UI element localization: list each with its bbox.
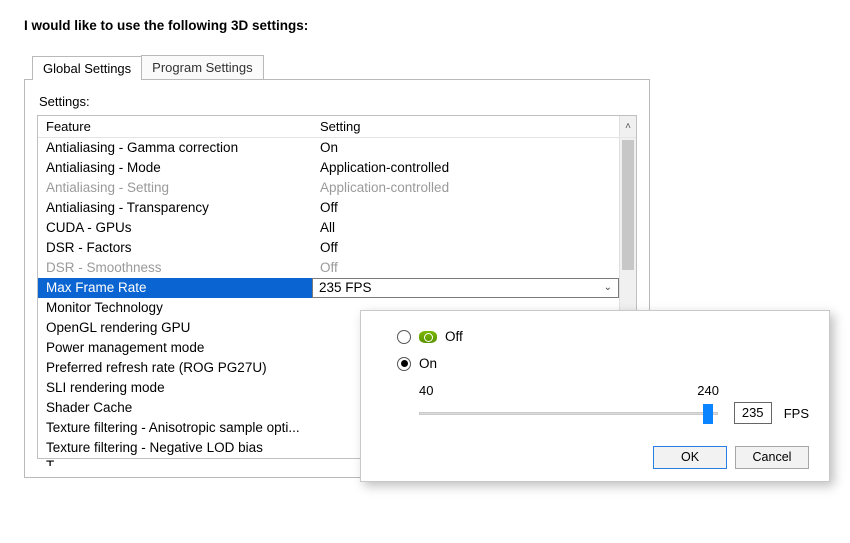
- feature-cell: DSR - Factors: [38, 238, 312, 258]
- settings-label: Settings:: [39, 94, 637, 109]
- slider-min-label: 40: [419, 383, 433, 398]
- setting-row[interactable]: Antialiasing - Gamma correction On: [38, 138, 636, 158]
- feature-cell: Monitor Technology: [38, 298, 312, 318]
- radio-off-label: Off: [445, 329, 463, 344]
- feature-cell: Antialiasing - Mode: [38, 158, 312, 178]
- setting-cell: On: [312, 138, 636, 158]
- feature-cell: OpenGL rendering GPU: [38, 318, 312, 338]
- setting-row[interactable]: CUDA - GPUs All: [38, 218, 636, 238]
- setting-cell: Application-controlled: [312, 158, 636, 178]
- feature-cell: CUDA - GPUs: [38, 218, 312, 238]
- fps-unit-label: FPS: [784, 406, 809, 421]
- setting-row[interactable]: Antialiasing - Mode Application-controll…: [38, 158, 636, 178]
- setting-cell: Application-controlled: [312, 178, 636, 198]
- setting-cell: Off: [312, 238, 636, 258]
- radio-on[interactable]: [397, 357, 411, 371]
- scrollbar-thumb[interactable]: [622, 140, 634, 270]
- feature-cell: Antialiasing - Gamma correction: [38, 138, 312, 158]
- page-title: I would like to use the following 3D set…: [24, 18, 826, 33]
- setting-row-selected[interactable]: Max Frame Rate 235 FPS ⌄: [38, 278, 636, 298]
- radio-off[interactable]: [397, 330, 411, 344]
- fps-slider[interactable]: [419, 412, 718, 415]
- cancel-button[interactable]: Cancel: [735, 446, 809, 469]
- setting-row[interactable]: DSR - Factors Off: [38, 238, 636, 258]
- slider-area: 40 240 235 FPS: [419, 383, 809, 424]
- tab-global-settings[interactable]: Global Settings: [32, 56, 142, 80]
- setting-dropdown[interactable]: 235 FPS ⌄: [312, 278, 619, 298]
- feature-cell: Texture filtering - Negative LOD bias: [38, 438, 312, 458]
- setting-cell: All: [312, 218, 636, 238]
- setting-cell: Off: [312, 258, 636, 278]
- scroll-up-button[interactable]: ˄: [619, 116, 636, 137]
- tab-program-settings[interactable]: Program Settings: [141, 55, 263, 79]
- list-header: Feature Setting ˄: [38, 116, 636, 138]
- column-header-setting[interactable]: Setting: [312, 116, 619, 137]
- feature-cell: Max Frame Rate: [38, 278, 312, 298]
- radio-on-row[interactable]: On: [397, 356, 809, 371]
- fps-value-input[interactable]: 235: [734, 402, 772, 424]
- feature-cell: Antialiasing - Setting: [38, 178, 312, 198]
- chevron-down-icon: ⌄: [604, 278, 612, 298]
- column-header-feature[interactable]: Feature: [38, 116, 312, 137]
- setting-row[interactable]: Antialiasing - Transparency Off: [38, 198, 636, 218]
- radio-off-row[interactable]: Off: [397, 329, 809, 344]
- setting-row: Antialiasing - Setting Application-contr…: [38, 178, 636, 198]
- fps-slider-thumb[interactable]: [703, 404, 713, 424]
- max-frame-rate-popup: Off On 40 240 235 FPS OK Cancel: [360, 310, 830, 482]
- feature-cell: Preferred refresh rate (ROG PG27U): [38, 358, 312, 378]
- setting-row: DSR - Smoothness Off: [38, 258, 636, 278]
- chevron-up-icon: ˄: [625, 121, 631, 132]
- feature-cell: DSR - Smoothness: [38, 258, 312, 278]
- nvidia-eye-icon: [419, 331, 437, 343]
- setting-cell-value: 235 FPS: [319, 278, 372, 298]
- feature-cell: Shader Cache: [38, 398, 312, 418]
- feature-cell: Antialiasing - Transparency: [38, 198, 312, 218]
- setting-cell: Off: [312, 198, 636, 218]
- ok-button[interactable]: OK: [653, 446, 727, 469]
- slider-max-label: 240: [697, 383, 719, 398]
- feature-cell: Texture filtering - Anisotropic sample o…: [38, 418, 312, 438]
- feature-cell: SLI rendering mode: [38, 378, 312, 398]
- radio-on-label: On: [419, 356, 437, 371]
- tab-row: Global Settings Program Settings: [32, 55, 826, 79]
- feature-cell: Power management mode: [38, 338, 312, 358]
